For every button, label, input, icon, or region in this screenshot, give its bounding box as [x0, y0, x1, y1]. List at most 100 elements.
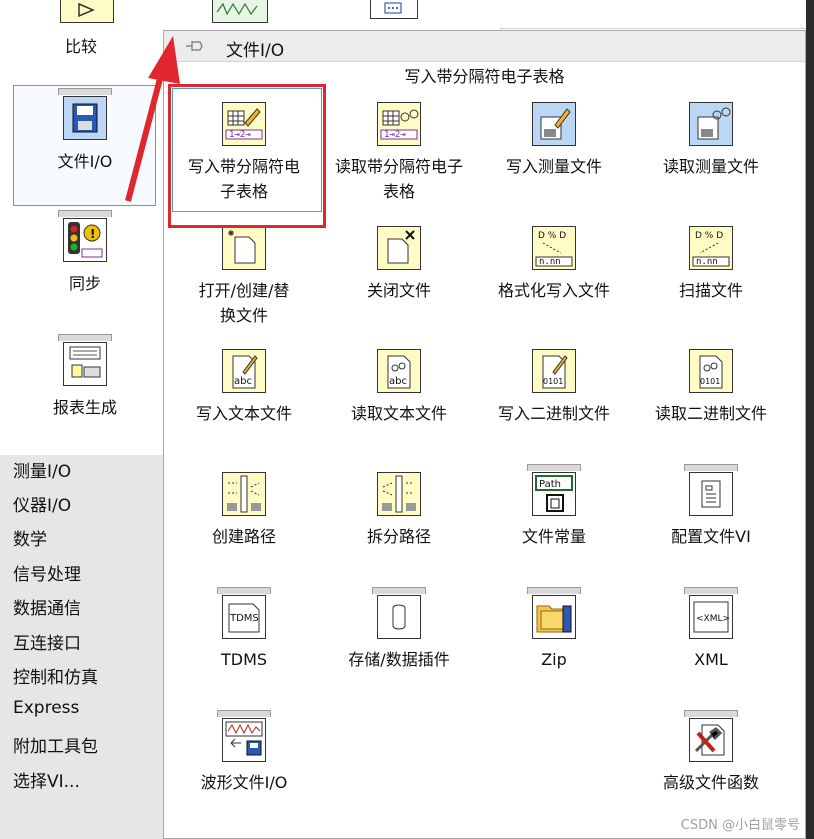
tile-close-file[interactable]: 关闭文件 [321, 224, 477, 303]
category-addons[interactable]: 附加工具包 [13, 732, 98, 757]
tile-xml[interactable]: <XML> XML [633, 587, 789, 672]
traffic-light-icon: ! [63, 218, 107, 262]
zip-icon [532, 595, 576, 639]
xml-icon: <XML> [689, 595, 733, 639]
scan-file-icon: D % D n.nn [689, 226, 733, 270]
waveform-file-icon [222, 718, 266, 762]
write-text-icon: abc [222, 349, 266, 393]
read-text-icon: abc [377, 349, 421, 393]
tile-read-text[interactable]: abc 读取文本文件 [321, 347, 477, 426]
tile-read-measurement[interactable]: 读取测量文件 [633, 100, 789, 179]
report-printer-icon [63, 342, 107, 386]
svg-text:abc: abc [389, 376, 407, 387]
waveform-palette-icon[interactable] [212, 0, 268, 23]
storage-plugin-icon [377, 595, 421, 639]
tile-label: 创建路径 [211, 527, 276, 546]
tile-label: 打开/创建/替换文件 [198, 281, 290, 325]
tile-open-create-replace[interactable]: 打开/创建/替换文件 [166, 224, 322, 328]
write-measurement-icon [532, 102, 576, 146]
submenu-title: 文件I/O [226, 41, 285, 61]
tile-label: 写入文本文件 [195, 404, 292, 423]
svg-text:Path: Path [539, 479, 561, 490]
category-measurement-io[interactable]: 测量I/O [13, 457, 71, 482]
tile-advanced-file[interactable]: 高级文件函数 [633, 710, 789, 795]
format-into-file-icon: D % D n.nn [532, 226, 576, 270]
tile-label: 波形文件I/O [200, 773, 288, 792]
tile-label: 写入测量文件 [505, 157, 602, 176]
category-data-communication[interactable]: 数据通信 [13, 594, 81, 619]
write-binary-icon: 0101 [532, 349, 576, 393]
tile-label: 读取带分隔符电子表格 [335, 157, 464, 201]
svg-text:D % D: D % D [538, 231, 566, 241]
tile-storage-plugin[interactable]: 存储/数据插件 [321, 587, 477, 672]
left-tile-label: 报表生成 [52, 398, 117, 417]
tile-format-into-file[interactable]: D % D n.nn 格式化写入文件 [476, 224, 632, 303]
watermark: CSDN @小白鼠零号 [680, 818, 800, 833]
array-palette-icon[interactable] [370, 0, 418, 19]
svg-text:0101: 0101 [543, 377, 563, 386]
annotation-arrow [125, 36, 180, 202]
tile-label: 关闭文件 [366, 281, 431, 300]
left-tile-label: 同步 [68, 274, 101, 293]
category-instrument-io[interactable]: 仪器I/O [13, 491, 71, 516]
comparison-label: 比较 [65, 37, 98, 56]
svg-text:D % D: D % D [695, 231, 723, 241]
tile-label: 配置文件VI [671, 527, 751, 546]
svg-text:n.nn: n.nn [696, 257, 718, 267]
tile-read-binary[interactable]: 0101 读取二进制文件 [633, 347, 789, 426]
tile-label: 读取二进制文件 [654, 404, 767, 423]
close-file-icon [377, 226, 421, 270]
floppy-disk-icon [63, 96, 107, 140]
file-constants-icon: Path [532, 472, 576, 516]
tile-write-measurement[interactable]: 写入测量文件 [476, 100, 632, 179]
tile-zip[interactable]: Zip [476, 587, 632, 672]
config-file-icon [689, 472, 733, 516]
svg-text:0101: 0101 [700, 377, 720, 386]
tile-config-file[interactable]: 配置文件VI [633, 464, 789, 549]
window-edge [806, 0, 814, 839]
tile-scan-file[interactable]: D % D n.nn 扫描文件 [633, 224, 789, 303]
category-signal-processing[interactable]: 信号处理 [13, 560, 81, 585]
left-tile-sync[interactable]: ! 同步 [15, 210, 155, 294]
category-control-simulation[interactable]: 控制和仿真 [13, 663, 98, 688]
tile-label: 拆分路径 [366, 527, 431, 546]
svg-text:1⇥2⇥: 1⇥2⇥ [384, 130, 406, 140]
svg-text:<XML>: <XML> [696, 614, 730, 624]
tile-read-spreadsheet[interactable]: 1⇥2⇥ 读取带分隔符电子表格 [321, 100, 477, 204]
strip-path-icon [377, 472, 421, 516]
category-math[interactable]: 数学 [13, 525, 47, 550]
svg-text:abc: abc [234, 376, 252, 387]
category-connectivity[interactable]: 互连接口 [13, 629, 81, 654]
advanced-file-icon [689, 718, 733, 762]
build-path-icon [222, 472, 266, 516]
tdms-icon: TDMS [222, 595, 266, 639]
tile-label: 读取文本文件 [350, 404, 447, 423]
read-binary-icon: 0101 [689, 349, 733, 393]
category-list: 测量I/O 仪器I/O 数学 信号处理 数据通信 互连接口 控制和仿真 Expr… [0, 455, 163, 839]
submenu-header: 文件I/O [164, 31, 805, 62]
open-create-replace-icon [222, 226, 266, 270]
tile-label: 存储/数据插件 [348, 650, 450, 669]
left-tile-report[interactable]: 报表生成 [15, 334, 155, 418]
comparison-icon[interactable] [60, 0, 114, 23]
tile-file-constants[interactable]: Path 文件常量 [476, 464, 632, 549]
tile-label: 格式化写入文件 [497, 281, 610, 300]
tile-label: 高级文件函数 [662, 773, 759, 792]
tile-write-text[interactable]: abc 写入文本文件 [166, 347, 322, 426]
svg-text:!: ! [90, 227, 95, 241]
tile-label: 文件常量 [521, 527, 586, 546]
tile-label: 读取测量文件 [662, 157, 759, 176]
tile-waveform-file[interactable]: 波形文件I/O [166, 710, 322, 795]
svg-text:n.nn: n.nn [539, 257, 561, 267]
tile-strip-path[interactable]: 拆分路径 [321, 470, 477, 549]
tile-tdms[interactable]: TDMS TDMS [166, 587, 322, 672]
tile-label: Zip [541, 650, 567, 669]
category-select-vi[interactable]: 选择VI... [13, 767, 80, 792]
tile-label: TDMS [220, 650, 268, 669]
tile-build-path[interactable]: 创建路径 [166, 470, 322, 549]
svg-text:TDMS: TDMS [229, 613, 259, 624]
read-measurement-icon [689, 102, 733, 146]
tile-write-binary[interactable]: 0101 写入二进制文件 [476, 347, 632, 426]
tile-label: 扫描文件 [678, 281, 743, 300]
category-express[interactable]: Express [13, 698, 79, 718]
